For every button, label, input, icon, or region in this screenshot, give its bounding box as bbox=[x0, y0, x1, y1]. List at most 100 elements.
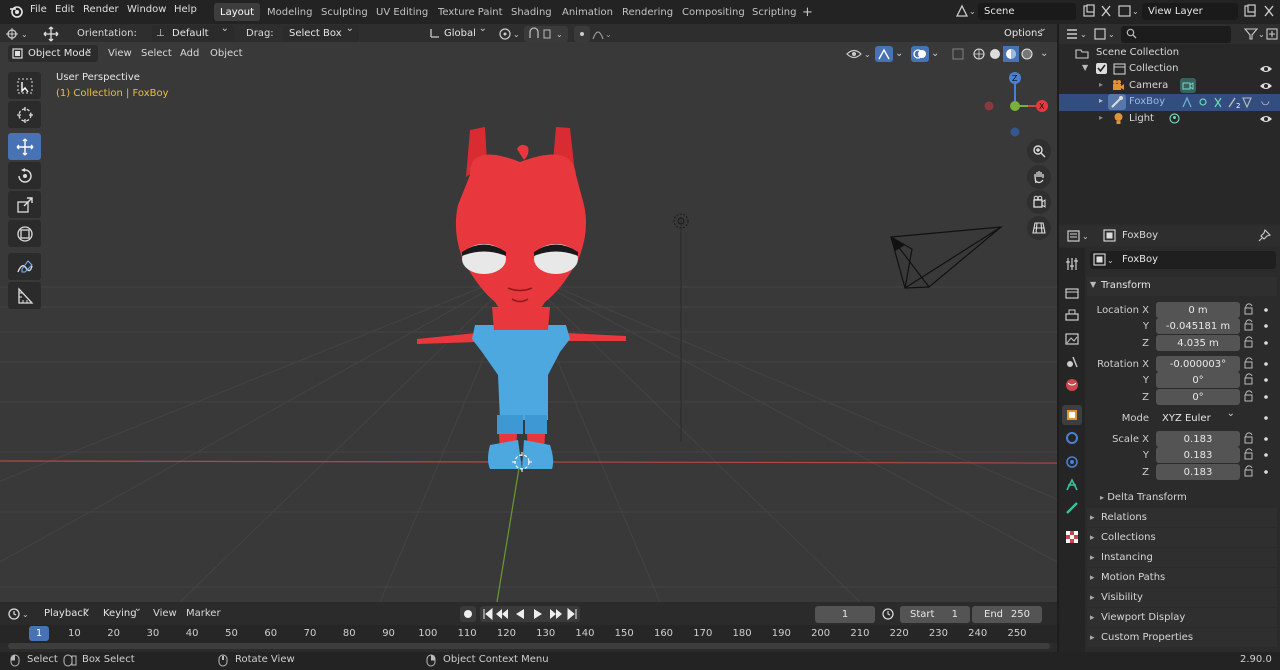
camera-data-icon[interactable] bbox=[1180, 78, 1196, 93]
add-workspace-button[interactable]: + bbox=[796, 3, 819, 21]
overlays-toggle[interactable] bbox=[911, 46, 929, 62]
menu-object[interactable]: Object bbox=[210, 48, 243, 59]
location-x-field[interactable]: 0 m bbox=[1156, 302, 1240, 318]
scale-x-field[interactable]: 0.183 bbox=[1156, 431, 1240, 447]
eye-icon[interactable] bbox=[1259, 113, 1273, 128]
rotation-z-field[interactable]: 0° bbox=[1156, 389, 1240, 405]
marker-menu[interactable]: Marker bbox=[186, 608, 221, 619]
outliner-row-scene-collection[interactable]: Scene Collection bbox=[1059, 45, 1280, 62]
tab-object-data[interactable] bbox=[1062, 498, 1082, 518]
tab-output[interactable] bbox=[1062, 306, 1082, 326]
tab-world[interactable] bbox=[1062, 375, 1082, 395]
tab-sculpting[interactable]: Sculpting bbox=[315, 3, 374, 21]
tab-render[interactable] bbox=[1062, 283, 1082, 303]
navigation-gizmo[interactable]: Z X bbox=[977, 70, 1051, 140]
outliner-row-camera[interactable]: ▸ Camera bbox=[1059, 78, 1280, 95]
properties-editor-type-icon[interactable]: ⌄ bbox=[1067, 229, 1091, 246]
panel-viewport-display[interactable]: Viewport Display bbox=[1087, 608, 1277, 627]
tab-texture[interactable] bbox=[1062, 527, 1082, 547]
playback-menu[interactable]: Playback bbox=[38, 603, 96, 622]
view-layer-icon[interactable]: ⌄ bbox=[1118, 4, 1139, 21]
shading-mode-group[interactable] bbox=[970, 46, 1038, 62]
tab-modeling[interactable]: Modeling bbox=[261, 3, 319, 21]
outliner-row-foxboy[interactable]: ▸ FoxBoy 2 ◡ bbox=[1059, 94, 1280, 111]
tab-physics[interactable] bbox=[1062, 475, 1082, 495]
camera-view-button[interactable] bbox=[1027, 190, 1051, 214]
filter-icon[interactable]: ⌄ bbox=[1243, 27, 1266, 44]
transform-panel-header[interactable]: ▼ Transform bbox=[1087, 277, 1277, 296]
tab-object[interactable] bbox=[1062, 405, 1082, 425]
hidden-toggle-icon[interactable]: ◡ bbox=[1261, 96, 1270, 107]
scale-z-field[interactable]: 0.183 bbox=[1156, 464, 1240, 480]
3d-viewport[interactable]: User Perspective (1) Collection | FoxBoy… bbox=[0, 42, 1057, 602]
cursor-tool[interactable] bbox=[8, 101, 41, 128]
timeline-editor-type-icon[interactable]: ⌄ bbox=[8, 607, 32, 624]
tab-tool[interactable] bbox=[1062, 254, 1082, 274]
rotation-x-field[interactable]: -0.000003° bbox=[1156, 356, 1240, 372]
expand-icon[interactable]: ▸ bbox=[1099, 96, 1103, 105]
tab-scripting[interactable]: Scripting bbox=[746, 3, 802, 21]
zoom-button[interactable] bbox=[1027, 139, 1051, 163]
xray-toggle-icon[interactable] bbox=[951, 47, 965, 64]
eye-icon[interactable] bbox=[1259, 80, 1273, 95]
transform-tool[interactable] bbox=[8, 220, 41, 247]
tab-rendering[interactable]: Rendering bbox=[616, 3, 679, 21]
display-mode-icon[interactable]: ⌄ bbox=[1093, 27, 1117, 44]
rotation-mode-dropdown[interactable]: XYZ Euler bbox=[1156, 408, 1240, 426]
keying-menu[interactable]: Keying bbox=[97, 603, 147, 622]
menu-window[interactable]: Window bbox=[127, 4, 166, 15]
gizmo-toggle[interactable] bbox=[875, 46, 893, 62]
menu-select[interactable]: Select bbox=[141, 48, 172, 59]
record-button[interactable] bbox=[460, 606, 476, 622]
panel-custom-properties[interactable]: Custom Properties bbox=[1087, 628, 1277, 647]
menu-file[interactable]: File bbox=[30, 4, 47, 15]
gizmo-dropdown-icon[interactable]: ⌄ bbox=[895, 48, 903, 59]
move-tool[interactable] bbox=[8, 133, 41, 160]
tab-layout[interactable]: Layout bbox=[214, 3, 260, 21]
panel-visibility[interactable]: Visibility bbox=[1087, 588, 1277, 607]
timeline-scrollbar[interactable] bbox=[8, 643, 1050, 649]
snap-toggle[interactable]: ⌄ bbox=[524, 26, 568, 42]
shading-dropdown-icon[interactable]: ⌄ bbox=[1040, 48, 1048, 59]
panel-relations[interactable]: Relations bbox=[1087, 508, 1277, 527]
visibility-icon[interactable]: ⌄ bbox=[846, 46, 872, 65]
options-dropdown[interactable]: Options bbox=[998, 23, 1052, 42]
location-y-field[interactable]: -0.045181 m bbox=[1156, 318, 1240, 334]
tab-modifiers[interactable] bbox=[1062, 428, 1082, 448]
end-frame-field[interactable]: End 250 bbox=[972, 606, 1042, 623]
light-data-icon[interactable] bbox=[1168, 112, 1181, 128]
rotate-tool[interactable] bbox=[8, 162, 41, 189]
datablock-field[interactable]: ⌄ FoxBoy bbox=[1090, 251, 1276, 269]
delta-transform-panel[interactable]: ▸ Delta Transform bbox=[1100, 492, 1187, 503]
panel-collections[interactable]: Collections bbox=[1087, 528, 1277, 547]
measure-tool[interactable] bbox=[8, 282, 41, 309]
location-z-field[interactable]: 4.035 m bbox=[1156, 335, 1240, 351]
new-collection-icon[interactable] bbox=[1266, 27, 1278, 44]
scale-y-field[interactable]: 0.183 bbox=[1156, 447, 1240, 463]
start-frame-field[interactable]: Start 1 bbox=[900, 606, 970, 623]
tab-compositing[interactable]: Compositing bbox=[676, 3, 751, 21]
drag-dropdown[interactable]: Select Box bbox=[283, 23, 359, 42]
blender-logo-icon[interactable] bbox=[9, 4, 23, 21]
menu-edit[interactable]: Edit bbox=[55, 4, 74, 15]
tab-scene[interactable] bbox=[1062, 352, 1082, 372]
playback-controls[interactable] bbox=[480, 606, 580, 622]
tab-uv-editing[interactable]: UV Editing bbox=[370, 3, 434, 21]
menu-add[interactable]: Add bbox=[180, 48, 199, 59]
current-frame-field[interactable]: 1 bbox=[815, 606, 875, 623]
scene-selector[interactable]: Scene bbox=[978, 3, 1076, 20]
datablock-icon[interactable]: ⌄ bbox=[1093, 253, 1115, 270]
new-view-layer-icon[interactable] bbox=[1243, 4, 1257, 21]
menu-view[interactable]: View bbox=[108, 48, 132, 59]
eye-icon[interactable] bbox=[1259, 63, 1273, 78]
annotate-tool[interactable] bbox=[8, 253, 41, 280]
view-layer-selector[interactable]: View Layer bbox=[1142, 3, 1238, 20]
tab-particles[interactable] bbox=[1062, 452, 1082, 472]
delete-scene-icon[interactable] bbox=[1100, 4, 1112, 21]
modifier-icons[interactable]: 2 bbox=[1181, 96, 1255, 112]
expand-icon[interactable]: ▸ bbox=[1099, 80, 1103, 89]
timeline-view-menu[interactable]: View bbox=[153, 608, 177, 619]
tab-view-layer[interactable] bbox=[1062, 329, 1082, 349]
rotation-y-field[interactable]: 0° bbox=[1156, 372, 1240, 388]
outliner-search-input[interactable] bbox=[1121, 26, 1231, 43]
